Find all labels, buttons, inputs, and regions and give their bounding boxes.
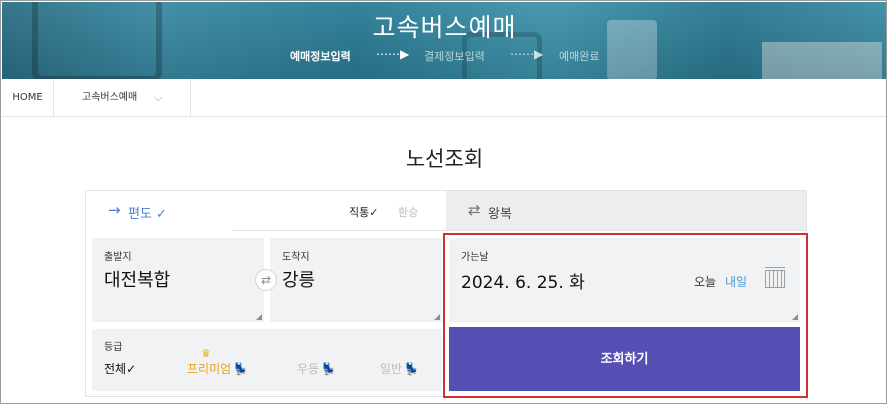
- direct-route-option[interactable]: 직통✓: [349, 204, 378, 220]
- booking-steps: 예매정보입력 ⋯⋯▶ 결제정보입력 ⋯⋯▶ 예매완료: [2, 47, 886, 64]
- step-payment-info: 결제정보입력: [424, 50, 485, 63]
- tab-round-trip-label: 왕복: [488, 207, 512, 222]
- step-booking-info: 예매정보입력: [290, 50, 351, 63]
- corner-triangle-icon: [434, 314, 440, 320]
- seat-icon: 💺: [404, 362, 420, 376]
- arrival-value: 강릉: [282, 270, 316, 291]
- arrival-caption: 도착지: [282, 252, 310, 263]
- chevron-down-icon: ⌵: [154, 91, 163, 104]
- grade-option-all[interactable]: 전체✓: [104, 360, 136, 377]
- breadcrumb: HOME 고속버스예매 ⌵: [2, 79, 886, 117]
- arrival-field[interactable]: 도착지 강릉: [270, 238, 442, 322]
- divider: [232, 230, 446, 231]
- hero-banner: 고속버스예매 예매정보입력 ⋯⋯▶ 결제정보입력 ⋯⋯▶ 예매완료: [2, 2, 886, 79]
- breadcrumb-home-link[interactable]: HOME: [2, 79, 54, 117]
- breadcrumb-current-label: 고속버스예매: [82, 92, 138, 103]
- seat-icon: 💺: [233, 362, 249, 376]
- grade-option-premium-label: 프리미엄: [187, 362, 232, 376]
- swap-stations-button[interactable]: ⇄: [255, 269, 277, 291]
- departure-value: 대전복합: [104, 270, 171, 291]
- hero-title: 고속버스예매: [372, 13, 517, 42]
- tab-one-way-label: 편도 ✓: [128, 207, 167, 222]
- grade-caption: 등급: [104, 342, 123, 353]
- departure-field[interactable]: 출발지 대전복합: [92, 238, 264, 322]
- bus-grade-field: 등급 전체✓ ♛ 프리미엄 💺 우등 💺 일반 💺: [92, 329, 442, 391]
- breadcrumb-current-dropdown[interactable]: 고속버스예매 ⌵: [54, 79, 191, 117]
- crown-icon: ♛: [201, 347, 211, 360]
- departure-caption: 출발지: [104, 252, 132, 263]
- page-title: 노선조회: [405, 147, 484, 171]
- highlight-box: [443, 233, 808, 398]
- arrow-right-icon: →: [108, 201, 121, 219]
- seat-icon: 💺: [321, 362, 337, 376]
- trip-type-tabs: → 편도 ✓ 직통✓ 환승 ⇄ 왕복: [86, 191, 806, 231]
- corner-triangle-icon: [256, 314, 262, 320]
- page-frame: 고속버스예매 예매정보입력 ⋯⋯▶ 결제정보입력 ⋯⋯▶ 예매완료 HOME 고…: [0, 0, 887, 404]
- grade-option-first-class[interactable]: 우등 💺: [297, 360, 336, 377]
- step-arrow-icon: ⋯⋯▶: [376, 47, 410, 61]
- swap-arrows-icon: ⇄: [468, 201, 481, 219]
- step-arrow-icon: ⋯⋯▶: [510, 47, 544, 61]
- grade-option-first-class-label: 우등: [297, 362, 320, 376]
- grade-option-premium[interactable]: ♛ 프리미엄 💺: [187, 347, 249, 377]
- step-complete: 예매완료: [559, 50, 600, 63]
- grade-option-standard-label: 일반: [380, 362, 403, 376]
- tab-one-way[interactable]: → 편도 ✓ 직통✓ 환승: [86, 191, 446, 231]
- transfer-route-option[interactable]: 환승: [398, 204, 418, 220]
- tab-round-trip[interactable]: ⇄ 왕복: [446, 191, 806, 231]
- grade-option-standard[interactable]: 일반 💺: [380, 360, 419, 377]
